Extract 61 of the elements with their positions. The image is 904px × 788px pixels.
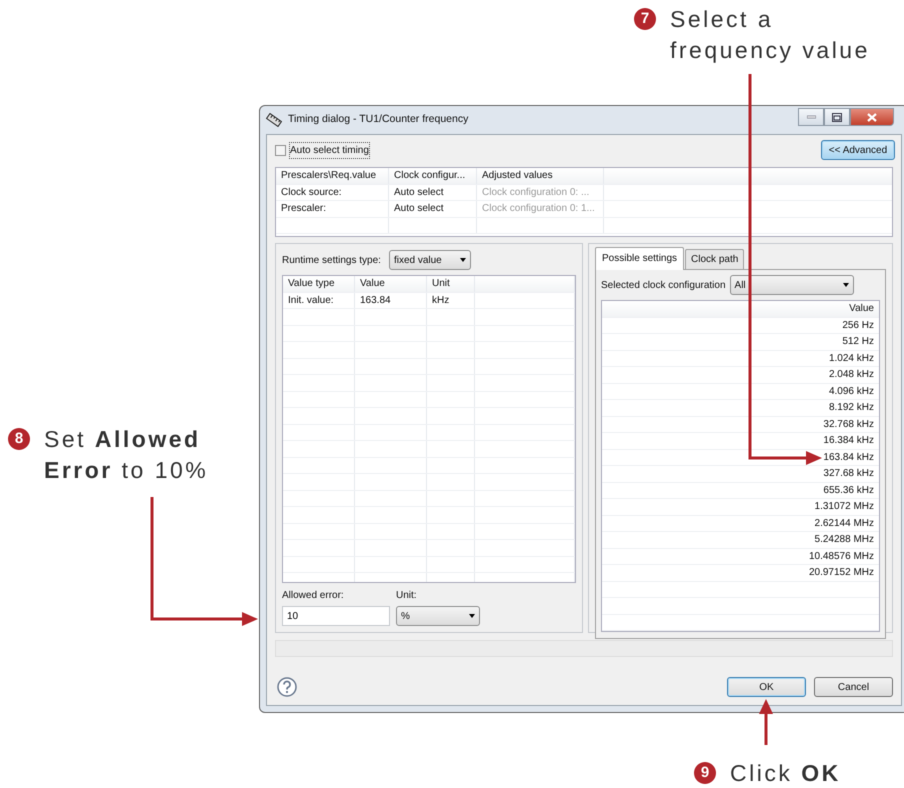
list-item[interactable]: 512 Hz (602, 334, 879, 350)
field-label: Runtime settings type: (282, 254, 381, 268)
column-header: Prescalers\Req.value (276, 168, 389, 184)
list-item[interactable]: 1.024 kHz (602, 350, 879, 366)
table-cell: Prescaler: (276, 201, 389, 216)
tab[interactable]: Possible settings (595, 247, 684, 270)
arrow (759, 699, 773, 745)
unit-dropdown[interactable]: % (396, 606, 480, 626)
table-cell: kHz (427, 292, 475, 308)
column-header: Adjusted values (477, 168, 604, 184)
ok-button[interactable]: OK (727, 677, 806, 697)
clock-configuration-dropdown[interactable]: All (730, 275, 854, 295)
callout-text: Set Allowed Error to 10% (44, 425, 210, 485)
list-item[interactable]: 32.768 kHz (602, 416, 879, 432)
tab[interactable]: Clock path (685, 249, 744, 269)
list-item[interactable]: 163.84 kHz (602, 450, 879, 465)
list-item[interactable]: 1.31072 MHz (602, 499, 879, 514)
column-header: Value (848, 302, 875, 316)
maximize-icon (832, 112, 842, 122)
list-item[interactable]: 2.62144 MHz (602, 516, 879, 531)
column-header: Value (355, 276, 427, 292)
auto-select-timing-checkbox[interactable]: Auto select timing (275, 142, 369, 158)
column-header: Clock configur... (389, 168, 477, 184)
table-cell: Auto select (389, 184, 477, 200)
cancel-button[interactable]: Cancel (814, 677, 893, 697)
table-cell: Init. value: (283, 292, 355, 308)
step-number: 9 (694, 762, 716, 784)
table-cell: Clock source: (276, 184, 389, 200)
window-title: Timing dialog - TU1/Counter frequency (288, 112, 468, 128)
field-label: Selected clock configuration (601, 278, 726, 292)
table-cell: Clock configuration 0: ... (477, 184, 604, 200)
minimize-icon (806, 115, 816, 119)
list-item[interactable]: 327.68 kHz (602, 466, 879, 482)
maximize-button[interactable] (824, 108, 850, 126)
list-item[interactable]: 256 Hz (602, 318, 879, 333)
list-item[interactable]: 20.97152 MHz (602, 565, 879, 580)
list-item[interactable]: 8.192 kHz (602, 400, 879, 416)
list-item[interactable]: 10.48576 MHz (602, 548, 879, 564)
table-cell: Clock configuration 0: 1... (477, 201, 604, 216)
close-icon (867, 112, 877, 122)
field-label: Unit: (396, 589, 418, 603)
close-button[interactable] (850, 108, 894, 126)
help-icon[interactable] (277, 677, 297, 697)
field-label: Allowed error: (282, 589, 345, 603)
column-header: Unit (427, 276, 475, 292)
list-item[interactable]: 5.24288 MHz (602, 532, 879, 548)
allowed-error-field[interactable]: 10 (282, 606, 390, 626)
advanced-button[interactable]: << Advanced (821, 140, 895, 160)
list-item[interactable]: 16.384 kHz (602, 433, 879, 448)
table-cell: Auto select (389, 201, 477, 216)
list-item[interactable]: 4.096 kHz (602, 384, 879, 399)
column-header: Value type (283, 276, 355, 292)
callout-text: Click OK (730, 759, 841, 788)
callout-text: Select a frequency value (670, 5, 871, 65)
list-item[interactable]: 655.36 kHz (602, 482, 879, 498)
table-cell: 163.84 (355, 292, 427, 308)
step-number: 7 (634, 8, 656, 30)
runtime-settings-dropdown[interactable]: fixed value (388, 250, 471, 270)
step-number: 8 (8, 428, 30, 450)
ruler-icon (266, 113, 282, 127)
list-item[interactable]: 2.048 kHz (602, 367, 879, 382)
